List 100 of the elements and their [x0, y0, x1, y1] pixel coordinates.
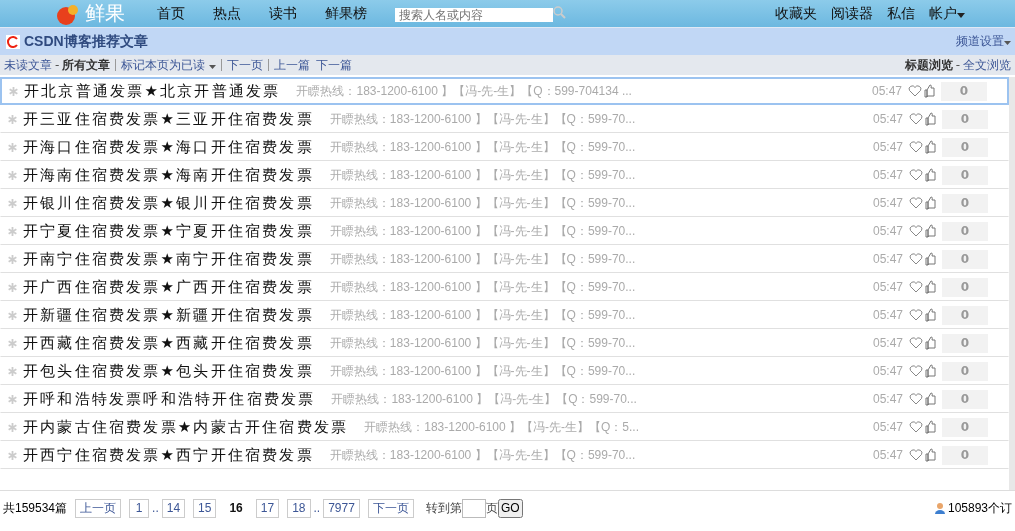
page-number[interactable]: 1	[129, 498, 150, 518]
heart-icon[interactable]	[909, 421, 923, 433]
heart-icon[interactable]	[909, 197, 923, 209]
thumbs-up-icon[interactable]	[924, 84, 935, 98]
article-row[interactable]: 开新疆住宿费发票★新疆开住宿费发票 开瞟热线：183-1200-6100 】【冯-先-生】【Q：599-70... 05:47 0	[0, 301, 1009, 329]
article-row[interactable]: 开银川住宿费发票★银川开住宿费发票 开瞟热线：183-1200-6100 】【冯-先-生】【Q：599-70... 05:47 0	[0, 189, 1009, 217]
subscriber-count: 105893个订	[947, 499, 1012, 517]
heart-icon[interactable]	[909, 393, 923, 405]
heart-icon[interactable]	[909, 253, 923, 265]
header-link[interactable]: 阅读器	[831, 4, 873, 23]
thumbs-up-icon[interactable]	[925, 392, 936, 406]
thumbs-up-icon[interactable]	[925, 308, 936, 322]
article-row[interactable]: 开内蒙古住宿费发票★内蒙古开住宿费发票 开瞟热线：183-1200-6100 】【冯-先-生】【Q：5... 05:47 0	[0, 413, 1009, 441]
article-title[interactable]: 开广西住宿费发票★广西开住宿费发票	[23, 277, 314, 297]
article-title[interactable]: 开新疆住宿费发票★新疆开住宿费发票	[23, 305, 314, 325]
article-snippet: 开瞟热线：183-1200-6100 】【冯-先-生】【Q：599-70...	[329, 278, 636, 296]
separator-text: -	[55, 58, 60, 72]
heart-icon[interactable]	[908, 85, 922, 97]
thumbs-up-icon[interactable]	[925, 196, 936, 210]
prev-page-button[interactable]: 上一页	[75, 498, 122, 518]
next-page-link[interactable]: 下一页	[227, 56, 264, 74]
article-snippet: 开瞟热线：183-1200-6100 】【冯-先-生】【Q：5...	[364, 418, 639, 436]
nav-link[interactable]: 鲜果榜	[325, 4, 367, 23]
page-number[interactable]: 7977	[323, 498, 360, 518]
unread-filter[interactable]: 未读文章	[4, 56, 52, 74]
mark-read-menu[interactable]: 标记本页为已读	[121, 56, 217, 74]
nav-link[interactable]: 读书	[269, 4, 297, 23]
article-title[interactable]: 开宁夏住宿费发票★宁夏开住宿费发票	[23, 221, 314, 241]
article-row[interactable]: 开海口住宿费发票★海口开住宿费发票 开瞟热线：183-1200-6100 】【冯-先-生】【Q：599-70... 05:47 0	[0, 133, 1009, 161]
channel-settings-menu[interactable]: 频道设置	[956, 33, 1011, 50]
all-articles-filter[interactable]: 所有文章	[62, 56, 111, 74]
heart-icon[interactable]	[909, 141, 923, 153]
article-title[interactable]: 开南宁住宿费发票★南宁开住宿费发票	[23, 249, 314, 269]
page-input[interactable]	[461, 498, 486, 518]
title-view-toggle[interactable]: 标题浏览	[904, 56, 953, 74]
thumbs-up-icon[interactable]	[925, 448, 936, 462]
caret-icon[interactable]	[957, 12, 965, 18]
thumbs-up-icon[interactable]	[925, 168, 936, 182]
page-number[interactable]: 16	[224, 498, 248, 518]
refresh-icon[interactable]	[6, 34, 20, 49]
thumbs-up-icon[interactable]	[925, 336, 936, 350]
article-row[interactable]: 开海南住宿费发票★海南开住宿费发票 开瞟热线：183-1200-6100 】【冯-先-生】【Q：599-70... 05:47 0	[0, 161, 1009, 189]
page-number[interactable]: 15	[193, 498, 217, 518]
article-title[interactable]: 开呼和浩特发票呼和浩特开住宿费发票	[23, 389, 316, 409]
heart-icon[interactable]	[909, 169, 923, 181]
thumbs-up-icon[interactable]	[925, 140, 936, 154]
article-row[interactable]: 开呼和浩特发票呼和浩特开住宿费发票 开瞟热线：183-1200-6100 】【冯-先-生】【Q：599-70... 05:47 0	[0, 385, 1009, 413]
go-button[interactable]: GO	[497, 498, 523, 518]
caret-icon[interactable]	[209, 64, 217, 69]
article-title[interactable]: 开西宁住宿费发票★西宁开住宿费发票	[23, 445, 314, 465]
nav-link[interactable]: 热点	[213, 4, 241, 23]
prev-article-link[interactable]: 上一篇	[274, 56, 311, 74]
caret-icon[interactable]	[1004, 41, 1011, 45]
next-article-link[interactable]: 下一篇	[316, 56, 353, 74]
article-row[interactable]: 开西宁住宿费发票★西宁开住宿费发票 开瞟热线：183-1200-6100 】【冯-先-生】【Q：599-70... 05:47 0	[0, 441, 1009, 469]
article-title[interactable]: 开海口住宿费发票★海口开住宿费发票	[23, 137, 314, 157]
article-time: 05:47	[872, 364, 903, 378]
article-time: 05:47	[872, 168, 903, 182]
article-title[interactable]: 开银川住宿费发票★银川开住宿费发票	[23, 193, 314, 213]
article-row[interactable]: 开包头住宿费发票★包头开住宿费发票 开瞟热线：183-1200-6100 】【冯-先-生】【Q：599-70... 05:47 0	[0, 357, 1009, 385]
account-menu[interactable]: 帐户	[929, 4, 965, 23]
heart-icon[interactable]	[909, 365, 923, 377]
heart-icon[interactable]	[909, 337, 923, 349]
goto-label: 转到第	[425, 499, 462, 517]
heart-icon[interactable]	[909, 113, 923, 125]
page-number[interactable]: 14	[161, 498, 186, 518]
heart-icon[interactable]	[909, 309, 923, 321]
article-title[interactable]: 开西藏住宿费发票★西藏开住宿费发票	[23, 333, 314, 353]
thumbs-up-icon[interactable]	[925, 224, 936, 238]
thumbs-up-icon[interactable]	[925, 252, 936, 266]
thumbs-up-icon[interactable]	[925, 420, 936, 434]
article-title[interactable]: 开北京普通发票★北京开普通发票	[24, 81, 281, 101]
article-row[interactable]: 开三亚住宿费发票★三亚开住宿费发票 开瞟热线：183-1200-6100 】【冯-先-生】【Q：599-70... 05:47 0	[0, 105, 1009, 133]
header-link[interactable]: 收藏夹	[775, 4, 817, 23]
page-number[interactable]: 17	[255, 498, 280, 518]
page-number[interactable]: 18	[287, 498, 311, 518]
article-title[interactable]: 开内蒙古住宿费发票★内蒙古开住宿费发票	[23, 417, 349, 437]
thumbs-up-icon[interactable]	[925, 364, 936, 378]
article-row[interactable]: 开南宁住宿费发票★南宁开住宿费发票 开瞟热线：183-1200-6100 】【冯-先-生】【Q：599-70... 05:47 0	[0, 245, 1009, 273]
article-row[interactable]: 开广西住宿费发票★广西开住宿费发票 开瞟热线：183-1200-6100 】【冯-先-生】【Q：599-70... 05:47 0	[0, 273, 1009, 301]
nav-link[interactable]: 首页	[157, 4, 185, 23]
article-time: 05:47	[872, 112, 903, 126]
person-icon	[933, 502, 946, 514]
article-title[interactable]: 开海南住宿费发票★海南开住宿费发票	[23, 165, 314, 185]
heart-icon[interactable]	[909, 281, 923, 293]
thumbs-up-icon[interactable]	[925, 112, 936, 126]
heart-icon[interactable]	[909, 225, 923, 237]
article-snippet: 开瞟热线：183-1200-6100 】【冯-先-生】【Q：599-70...	[329, 194, 636, 212]
next-page-button[interactable]: 下一页	[367, 498, 414, 518]
header-link[interactable]: 私信	[887, 4, 915, 23]
article-row[interactable]: 开北京普通发票★北京开普通发票 开瞟热线：183-1200-6100 】【冯-先-生】【Q：599-704134 ... 05:47 0	[0, 77, 1009, 105]
logo-text: 鲜果	[85, 0, 125, 27]
heart-icon[interactable]	[909, 449, 923, 461]
full-view-link[interactable]: 全文浏览	[963, 56, 1011, 74]
article-row[interactable]: 开宁夏住宿费发票★宁夏开住宿费发票 开瞟热线：183-1200-6100 】【冯-先-生】【Q：599-70... 05:47 0	[0, 217, 1009, 245]
article-row[interactable]: 开西藏住宿费发票★西藏开住宿费发票 开瞟热线：183-1200-6100 】【冯-先-生】【Q：599-70... 05:47 0	[0, 329, 1009, 357]
thumbs-up-icon[interactable]	[925, 280, 936, 294]
article-title[interactable]: 开包头住宿费发票★包头开住宿费发票	[23, 361, 314, 381]
article-title[interactable]: 开三亚住宿费发票★三亚开住宿费发票	[23, 109, 314, 129]
article-time: 05:47	[872, 392, 903, 406]
